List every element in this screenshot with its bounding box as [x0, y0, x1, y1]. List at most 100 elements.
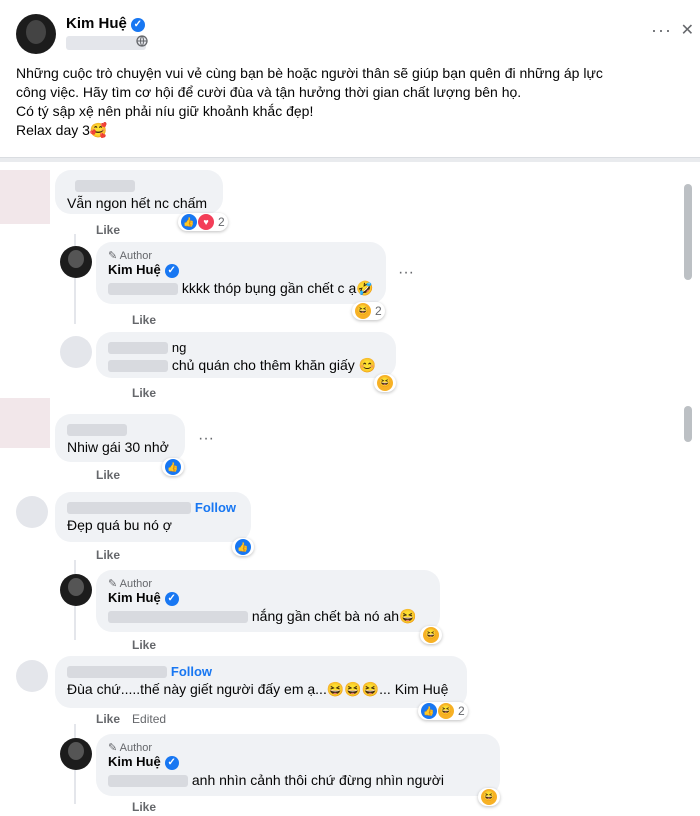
post-timestamp[interactable] [66, 36, 146, 50]
post-card: Kim Huệ ✓ ··· ✕ Những cuộc trò chuyện vui… [0, 0, 700, 158]
like-label[interactable]: Like [96, 712, 120, 726]
like-button[interactable]: Like [132, 800, 156, 814]
blurred-name [67, 424, 127, 437]
author-avatar[interactable] [60, 738, 92, 770]
reply-text-label: anh nhìn cảnh thôi chứ đừng nhìn người [191, 772, 445, 788]
reactions-summary[interactable]: 😆 [374, 374, 396, 392]
post-line: Có tý sập xệ nên phải níu giữ khoảnh khắ… [16, 103, 314, 119]
comment-text: Đẹp quá bu nó ợ [67, 517, 172, 533]
blurred-mention [108, 611, 248, 624]
post-author-name[interactable]: Kim Huệ ✓ [66, 15, 145, 32]
author-label: Author [119, 578, 153, 590]
comment-text: Đùa chứ.....thế này giết người đấy em ạ.… [67, 681, 449, 697]
commenter-name[interactable]: Kim Huệ ✓ [108, 754, 488, 770]
blurred-name [67, 666, 167, 679]
author-avatar[interactable] [16, 14, 56, 54]
reply-bubble: ✎ Author Kim Huệ ✓ anh nhìn cảnh thôi chứ… [96, 734, 500, 796]
comment-bubble: Follow Đẹp quá bu nó ợ [55, 492, 251, 542]
reaction-count: 2 [375, 304, 382, 318]
like-reaction-icon: 👍 [165, 459, 181, 475]
post-line: Relax day 3🥰 [16, 122, 108, 138]
scrollbar-thumb[interactable] [684, 406, 692, 442]
like-reaction-icon: 👍 [181, 214, 197, 230]
like-button[interactable]: Like [96, 468, 120, 482]
reactions-summary[interactable]: 👍 [162, 458, 184, 476]
reply-bubble: ng chủ quán cho thêm khăn giấy 😊 [96, 332, 396, 378]
post-line: công việc. Hãy tìm cơ hội để cười đùa và… [16, 84, 522, 100]
commenter-name-label[interactable]: Kim Huệ [108, 754, 161, 769]
post-body: Những cuộc trò chuyện vui vẻ cùng bạn bè… [16, 64, 688, 140]
comment-menu-button[interactable]: ··· [198, 430, 214, 448]
reaction-count: 2 [218, 215, 225, 229]
author-avatar[interactable] [60, 574, 92, 606]
comment-bubble: Vẫn ngon hết nc chấm [55, 170, 223, 214]
reaction-count: 2 [458, 704, 465, 718]
author-avatar[interactable] [60, 246, 92, 278]
reply-text: chủ quán cho thêm khăn giấy 😊 [108, 357, 384, 374]
blurred-avatar [0, 398, 50, 448]
like-reaction-icon: 👍 [421, 703, 437, 719]
like-button[interactable]: Like Edited [96, 712, 166, 726]
post-author-label[interactable]: Kim Huệ [66, 15, 127, 32]
author-badge: ✎ Author [108, 578, 153, 590]
blurred-mention [108, 360, 168, 373]
blurred-name [67, 502, 191, 515]
like-button[interactable]: Like [132, 386, 156, 400]
follow-button[interactable]: Follow [195, 500, 236, 515]
reactions-summary[interactable]: 😆 [478, 788, 500, 806]
reactions-summary[interactable]: 👍 😆 2 [418, 702, 468, 720]
author-badge: ✎ Author [108, 250, 153, 262]
reactions-summary[interactable]: 👍 [232, 538, 254, 556]
reply-text: kkkk thóp bụng gần chết c ạ🤣 [108, 280, 374, 297]
comment-text: Nhiw gái 30 nhở [67, 439, 169, 455]
like-button[interactable]: Like [132, 638, 156, 652]
commenter-avatar[interactable] [60, 336, 92, 368]
like-button[interactable]: Like [96, 548, 120, 562]
post-line: Những cuộc trò chuyện vui vẻ cùng bạn bè… [16, 65, 603, 81]
reply-bubble: ✎ Author Kim Huệ ✓ kkkk thóp bụng gần chế… [96, 242, 386, 304]
blurred-name [75, 180, 135, 193]
haha-reaction-icon: 😆 [481, 789, 497, 805]
verified-badge-icon: ✓ [164, 592, 179, 606]
reactions-summary[interactable]: 😆 [420, 626, 442, 644]
haha-reaction-icon: 😆 [423, 627, 439, 643]
author-badge: ✎ Author [108, 742, 153, 754]
blurred-mention [108, 283, 178, 296]
commenter-name[interactable]: Kim Huệ ✓ [108, 590, 428, 606]
verified-badge-icon: ✓ [130, 18, 145, 32]
close-icon[interactable]: ✕ [681, 20, 694, 40]
commenter-name-label[interactable]: Kim Huệ [108, 590, 161, 605]
comment-menu-button[interactable]: ··· [398, 264, 414, 282]
like-button[interactable]: Like [96, 223, 120, 237]
verified-badge-icon: ✓ [164, 756, 179, 770]
reactions-summary[interactable]: 👍 ♥ 2 [178, 213, 228, 231]
post-menu-button[interactable]: ··· [651, 20, 672, 41]
reply-text-label: nắng gần chết bà nó ah😆 [251, 608, 417, 624]
like-button[interactable]: Like [132, 313, 156, 327]
scrollbar-thumb[interactable] [684, 184, 692, 280]
reactions-summary[interactable]: 😆 2 [352, 302, 385, 320]
blurred-mention [108, 775, 188, 788]
blurred-name [108, 342, 168, 355]
comment-bubble: Nhiw gái 30 nhở [55, 414, 185, 462]
love-reaction-icon: ♥ [198, 214, 214, 230]
comment-text: Vẫn ngon hết nc chấm [67, 195, 208, 211]
author-label: Author [119, 250, 153, 262]
like-reaction-icon: 👍 [235, 539, 251, 555]
reply-text-label: chủ quán cho thêm khăn giấy 😊 [171, 357, 377, 373]
blurred-avatar [0, 170, 50, 224]
follow-button[interactable]: Follow [171, 664, 212, 679]
author-label: Author [119, 742, 153, 754]
commenter-name-label[interactable]: Kim Huệ [108, 262, 161, 277]
comment-bubble: Follow Đùa chứ.....thế này giết người đấ… [55, 656, 467, 708]
reply-prefix: ng [171, 340, 187, 355]
comments-section: Vẫn ngon hết nc chấm 👍 ♥ 2 Like ✎ Author K… [0, 162, 700, 816]
haha-reaction-icon: 😆 [377, 375, 393, 391]
commenter-avatar[interactable] [16, 660, 48, 692]
verified-badge-icon: ✓ [164, 264, 179, 278]
reply-text: anh nhìn cảnh thôi chứ đừng nhìn người [108, 772, 488, 788]
commenter-name[interactable]: Kim Huệ ✓ [108, 262, 374, 278]
edited-label: Edited [132, 712, 167, 726]
commenter-avatar[interactable] [16, 496, 48, 528]
globe-icon [136, 35, 148, 50]
